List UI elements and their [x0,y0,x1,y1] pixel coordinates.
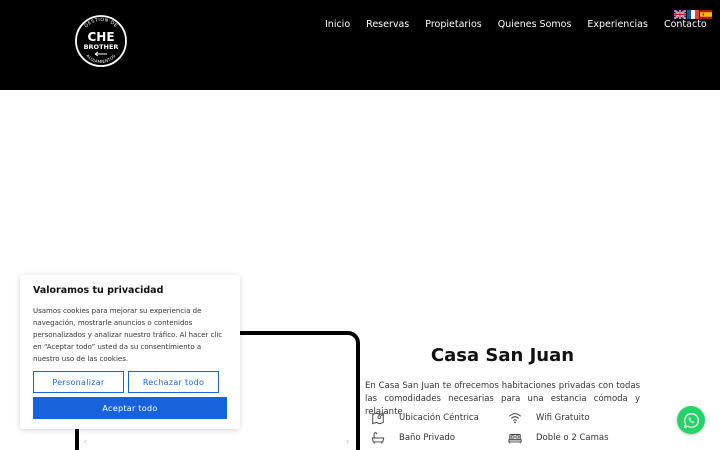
whatsapp-button[interactable] [677,406,705,434]
amenity-label: Doble o 2 Camas [536,433,609,443]
main-nav: Inicio Reservas Propietarios Quienes Som… [325,19,720,30]
customize-button[interactable]: Personalizar [33,371,124,393]
chevron-left-icon[interactable]: ‹ [84,436,87,446]
whatsapp-icon [683,412,699,428]
cookie-text: Usamos cookies para mejorar su experienc… [33,307,223,363]
che-brother-logo[interactable]: GESTION DE ALOJAMIENTOS CHE BROTHER [73,13,129,69]
french-flag-icon[interactable] [687,10,699,19]
chevron-right-icon[interactable]: › [346,436,349,446]
nav-reservas[interactable]: Reservas [366,19,409,30]
nav-quienes-somos[interactable]: Quienes Somos [498,19,572,30]
amenity-label: Wifi Gratuito [536,413,590,423]
reject-all-button[interactable]: Rechazar todo [128,371,219,393]
english-flag-icon[interactable] [674,10,686,19]
language-switcher [674,10,712,19]
nav-inicio[interactable]: Inicio [325,19,350,30]
map-icon [372,412,384,425]
cookie-consent-banner: Valoramos tu privacidad Usamos cookies p… [20,275,240,429]
page: GESTION DE ALOJAMIENTOS CHE BROTHER Inic… [0,0,720,450]
amenity-wifi: Wifi Gratuito [508,411,590,425]
nav-propietarios[interactable]: Propietarios [425,19,481,30]
spanish-flag-icon[interactable] [700,10,712,19]
cookie-title: Valoramos tu privacidad [33,285,164,296]
accept-all-button[interactable]: Aceptar todo [33,397,227,419]
amenity-label: Ubicación Céntrica [399,413,479,423]
property-title: Casa San Juan [430,345,575,366]
cookie-secondary-buttons: Personalizar Rechazar todo [33,371,219,393]
amenity-bano: Baño Privado [371,431,455,445]
bathtub-icon [371,432,385,444]
nav-contacto[interactable]: Contacto [664,19,707,30]
amenity-label: Baño Privado [399,433,455,443]
site-header: GESTION DE ALOJAMIENTOS CHE BROTHER Inic… [0,0,720,90]
logo-line2: BROTHER [84,43,119,51]
logo-line1: CHE [87,30,114,44]
wifi-icon [508,413,522,424]
bed-icon [508,434,522,444]
amenity-ubicacion: Ubicación Céntrica [371,411,479,425]
amenity-camas: Doble o 2 Camas [508,431,609,445]
nav-experiencias[interactable]: Experiencias [587,19,648,30]
